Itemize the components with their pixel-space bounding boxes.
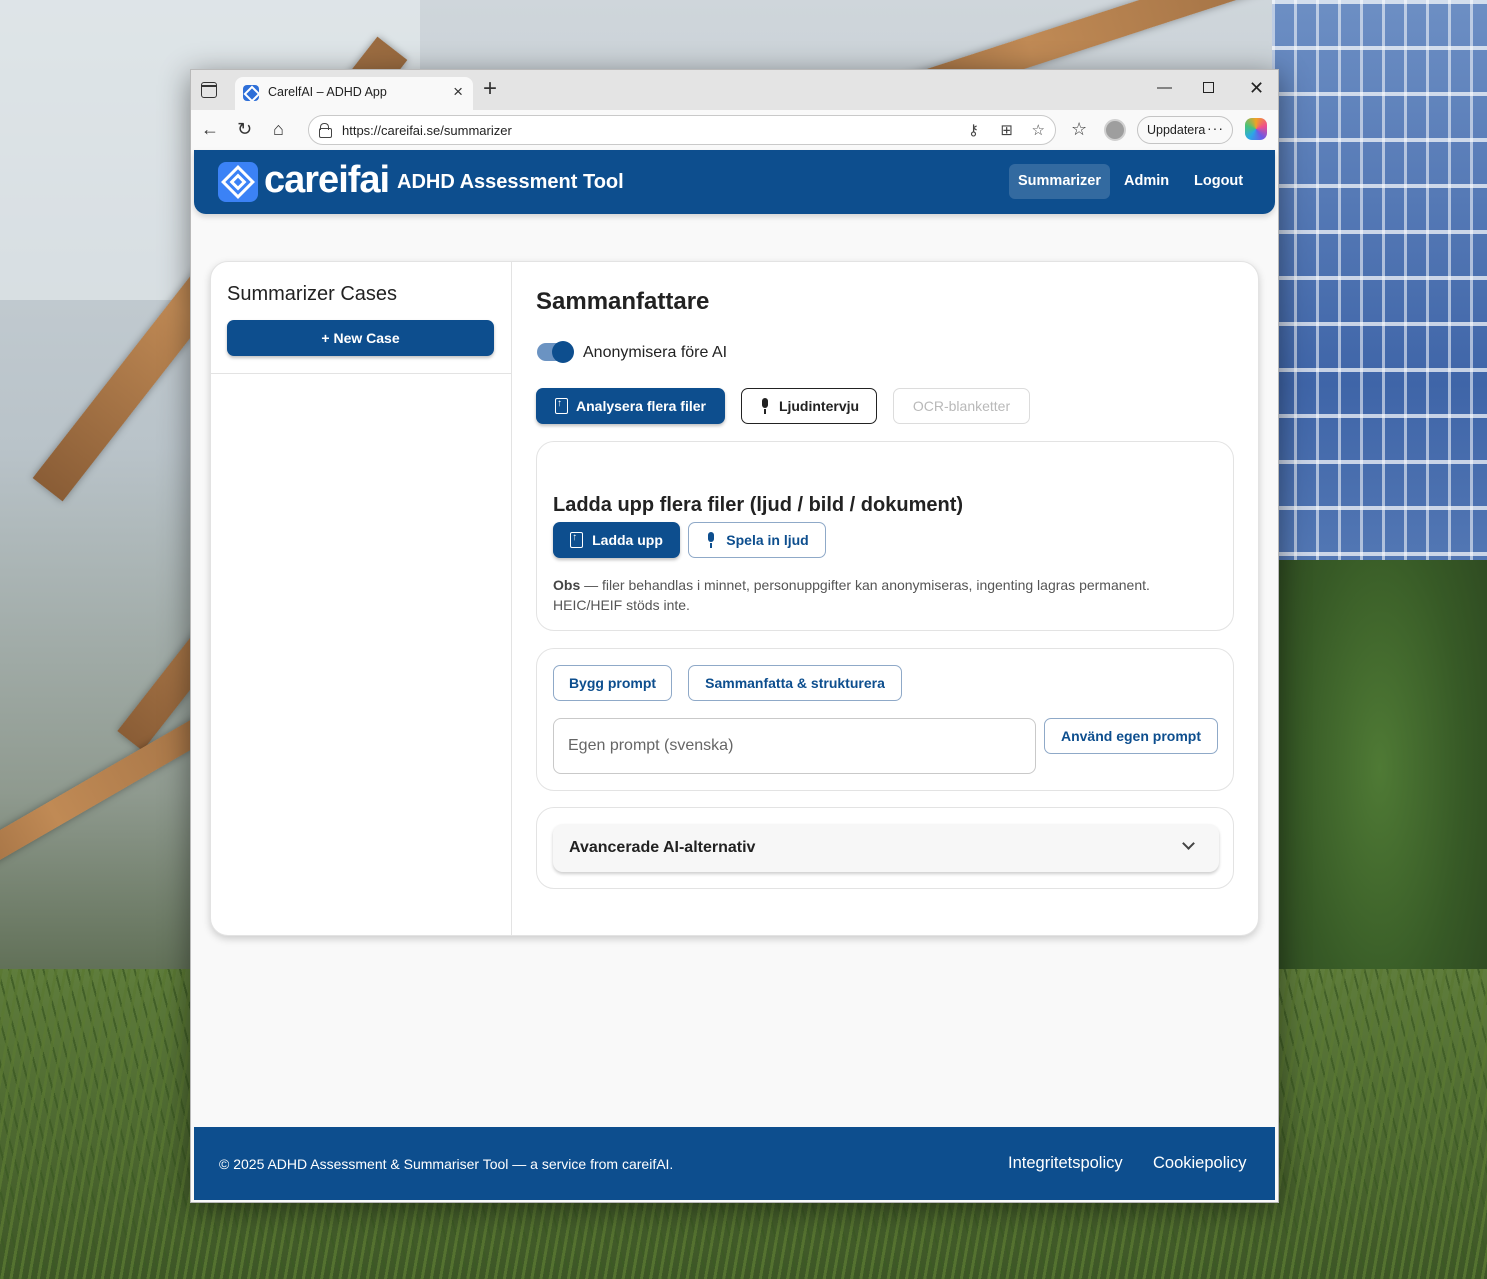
- nav-summarizer[interactable]: Summarizer: [1009, 164, 1111, 199]
- sidebar-header: Summarizer Cases + New Case: [211, 262, 511, 374]
- chevron-down-icon: [1182, 837, 1195, 850]
- note-text: — filer behandlas i minnet, personuppgif…: [553, 577, 1150, 613]
- reload-icon[interactable]: ↻: [237, 119, 252, 139]
- mode-ocr-forms-button[interactable]: OCR-blanketter: [893, 388, 1030, 424]
- careifai-favicon-icon: [243, 85, 259, 101]
- anonymize-toggle[interactable]: [537, 341, 574, 363]
- maximize-icon[interactable]: [1203, 82, 1214, 93]
- anonymize-label[interactable]: Anonymisera före AI: [583, 344, 727, 362]
- advanced-title: Avancerade AI-alternativ: [569, 839, 756, 856]
- update-button[interactable]: Uppdatera ···: [1137, 116, 1233, 144]
- browser-tab[interactable]: CarelfAI – ADHD App ×: [235, 77, 473, 110]
- tab-strip: CarelfAI – ADHD App × + — ✕: [191, 70, 1278, 110]
- tab-close-icon[interactable]: ×: [453, 83, 463, 101]
- use-custom-prompt-button[interactable]: Använd egen prompt: [1044, 718, 1218, 754]
- browser-toolbar: ← ↻ ⌂ https://careifai.se/summarizer ⚷ ⊞…: [191, 110, 1278, 150]
- upload-title: Ladda upp flera filer (ljud / bild / dok…: [553, 494, 964, 516]
- new-tab-icon[interactable]: +: [483, 76, 497, 102]
- toggle-knob: [552, 341, 574, 363]
- summarizer-card: Summarizer Cases + New Case Sammanfattar…: [210, 261, 1259, 936]
- star-icon[interactable]: ☆: [1032, 121, 1045, 139]
- note-bold: Obs: [553, 577, 581, 593]
- mode-audio-interview-button[interactable]: Ljudintervju: [741, 388, 877, 424]
- window-close-icon[interactable]: ✕: [1249, 78, 1264, 98]
- favorites-icon[interactable]: ☆: [1071, 119, 1087, 139]
- upload-panel: Ladda upp flera filer (ljud / bild / dok…: [536, 441, 1234, 631]
- apps-icon[interactable]: ⊞: [1000, 121, 1013, 139]
- logo-wordmark[interactable]: careifai: [264, 158, 390, 202]
- nav-admin[interactable]: Admin: [1115, 164, 1178, 199]
- record-audio-button[interactable]: Spela in ljud: [688, 522, 826, 558]
- upload-note: Obs — filer behandlas i minnet, personup…: [553, 575, 1213, 615]
- url-text[interactable]: https://careifai.se/summarizer: [342, 123, 512, 138]
- page-viewport: careifai ADHD Assessment Tool Summarizer…: [191, 150, 1278, 1202]
- cases-sidebar: Summarizer Cases + New Case: [211, 262, 512, 935]
- app-title: ADHD Assessment Tool: [397, 171, 624, 193]
- back-icon[interactable]: ←: [201, 119, 219, 139]
- mode-audio-label: Ljudintervju: [778, 398, 860, 414]
- app-header: careifai ADHD Assessment Tool Summarizer…: [194, 150, 1275, 214]
- key-icon[interactable]: ⚷: [968, 121, 979, 139]
- summarizer-content: Sammanfattare Anonymisera före AI Analys…: [536, 262, 1258, 935]
- record-audio-label: Spela in ljud: [726, 532, 809, 548]
- copilot-icon[interactable]: [1245, 118, 1267, 140]
- file-upload-icon: [555, 398, 569, 414]
- upload-label: Ladda upp: [592, 532, 663, 548]
- update-label: Uppdatera: [1147, 123, 1206, 137]
- profile-icon[interactable]: [1104, 119, 1126, 141]
- microphone-icon: [759, 398, 771, 414]
- sidebar-icon[interactable]: [201, 82, 217, 98]
- careifai-logo-icon[interactable]: [218, 162, 258, 202]
- privacy-policy-link[interactable]: Integritetspolicy: [1008, 1154, 1123, 1173]
- advanced-panel: Avancerade AI-alternativ: [536, 807, 1234, 889]
- nav-logout[interactable]: Logout: [1185, 164, 1252, 199]
- mode-analyze-label: Analysera flera filer: [576, 398, 706, 414]
- browser-window: CarelfAI – ADHD App × + — ✕ ← ↻ ⌂ https:…: [190, 69, 1279, 1203]
- address-bar[interactable]: https://careifai.se/summarizer ⚷ ⊞ ☆: [308, 115, 1056, 145]
- upload-button[interactable]: Ladda upp: [553, 522, 680, 558]
- new-case-button[interactable]: + New Case: [227, 320, 494, 356]
- advanced-ai-options-accordion[interactable]: Avancerade AI-alternativ: [553, 824, 1219, 872]
- cookie-policy-link[interactable]: Cookiepolicy: [1153, 1154, 1247, 1173]
- prompt-panel: Bygg prompt Sammanfatta & strukturera An…: [536, 648, 1234, 791]
- sidebar-title: Summarizer Cases: [227, 283, 398, 305]
- build-prompt-button[interactable]: Bygg prompt: [553, 665, 672, 701]
- minimize-icon[interactable]: —: [1157, 78, 1172, 98]
- mode-analyze-files-button[interactable]: Analysera flera filer: [536, 388, 725, 424]
- microphone-icon: [705, 532, 717, 548]
- app-footer: © 2025 ADHD Assessment & Summariser Tool…: [194, 1127, 1275, 1200]
- file-upload-icon: [570, 532, 584, 548]
- lock-icon[interactable]: [319, 123, 332, 138]
- summarize-structure-button[interactable]: Sammanfatta & strukturera: [688, 665, 902, 701]
- more-icon[interactable]: ···: [1207, 120, 1224, 136]
- footer-copyright: © 2025 ADHD Assessment & Summariser Tool…: [219, 1156, 674, 1172]
- home-icon[interactable]: ⌂: [273, 119, 284, 139]
- page-title: Sammanfattare: [536, 288, 710, 315]
- custom-prompt-input[interactable]: [553, 718, 1036, 774]
- tab-title: CarelfAI – ADHD App: [268, 85, 387, 99]
